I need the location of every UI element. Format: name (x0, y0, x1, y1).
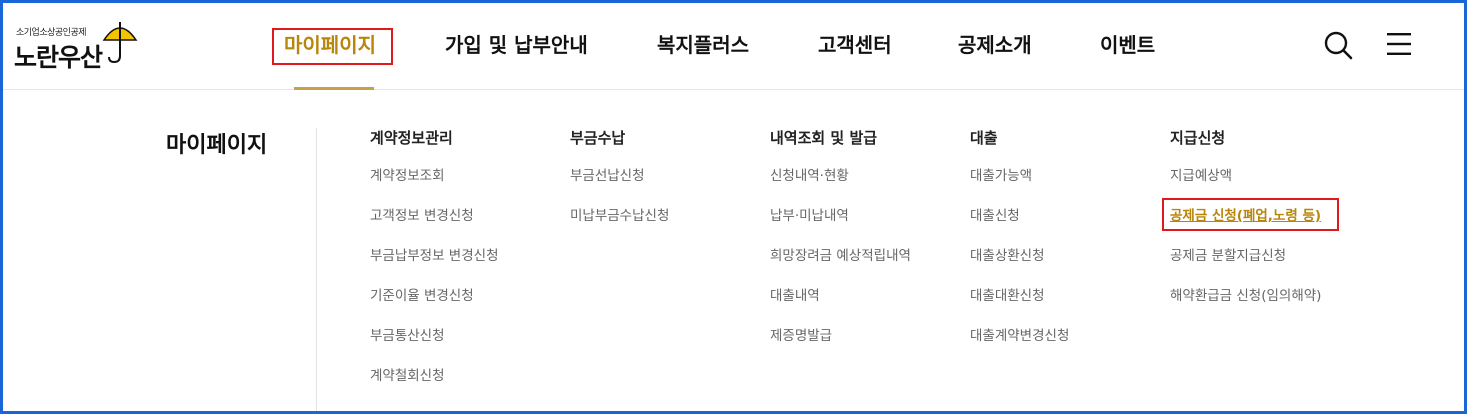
mega-menu-divider (316, 128, 317, 414)
nav-item-welfare-plus[interactable]: 복지플러스 (657, 30, 749, 60)
column-heading[interactable]: 지급신청 (1170, 127, 1321, 149)
menu-link[interactable]: 대출신청 (970, 206, 1069, 246)
menu-link[interactable]: 납부·미납내역 (770, 206, 911, 246)
menu-link[interactable]: 공제금 분할지급신청 (1170, 246, 1321, 286)
mega-menu: 마이페이지 계약정보관리 계약정보조회 고객정보 변경신청 부금납부정보 변경신… (0, 91, 1467, 414)
menu-column-claims: 지급신청 지급예상액 공제금 신청(폐업,노령 등) 공제금 분할지급신청 해약… (1170, 127, 1321, 326)
menu-link[interactable]: 부금통산신청 (370, 326, 499, 366)
menu-link[interactable]: 지급예상액 (1170, 166, 1321, 206)
menu-column-payment: 부금수납 부금선납신청 미납부금수납신청 (570, 127, 669, 246)
menu-link[interactable]: 계약정보조회 (370, 166, 499, 206)
menu-link[interactable]: 대출내역 (770, 286, 911, 326)
menu-link[interactable]: 신청내역·현황 (770, 166, 911, 206)
menu-link[interactable]: 고객정보 변경신청 (370, 206, 499, 246)
nav-item-customer-center[interactable]: 고객센터 (818, 30, 892, 60)
column-heading[interactable]: 내역조회 및 발급 (770, 127, 911, 149)
menu-link[interactable]: 대출상환신청 (970, 246, 1069, 286)
menu-column-loan: 대출 대출가능액 대출신청 대출상환신청 대출대환신청 대출계약변경신청 (970, 127, 1069, 366)
logo-name: 노란우산 (14, 43, 103, 72)
nav-item-event[interactable]: 이벤트 (1100, 30, 1155, 60)
menu-link[interactable]: 대출대환신청 (970, 286, 1069, 326)
menu-icon[interactable] (1386, 32, 1412, 56)
menu-link[interactable]: 미납부금수납신청 (570, 206, 669, 246)
menu-link[interactable]: 대출가능액 (970, 166, 1069, 206)
menu-link[interactable]: 희망장려금 예상적립내역 (770, 246, 911, 286)
active-nav-underline (294, 87, 374, 90)
menu-link[interactable]: 해약환급금 신청(임의해약) (1170, 286, 1321, 326)
site-logo[interactable]: 소기업소상공인공제 노란우산 (14, 20, 139, 74)
column-heading[interactable]: 계약정보관리 (370, 127, 499, 149)
nav-item-about[interactable]: 공제소개 (958, 30, 1032, 60)
menu-link[interactable]: 부금납부정보 변경신청 (370, 246, 499, 286)
site-header: 소기업소상공인공제 노란우산 마이페이지 가입 및 납부안내 복지플러스 고객센… (0, 0, 1467, 90)
search-icon[interactable] (1322, 29, 1354, 61)
menu-column-contract: 계약정보관리 계약정보조회 고객정보 변경신청 부금납부정보 변경신청 기준이율… (370, 127, 499, 406)
menu-link[interactable]: 제증명발급 (770, 326, 911, 366)
mega-menu-title: 마이페이지 (166, 133, 268, 158)
nav-item-mypage[interactable]: 마이페이지 (284, 30, 376, 60)
menu-link[interactable]: 계약철회신청 (370, 366, 499, 406)
column-heading[interactable]: 부금수납 (570, 127, 669, 149)
menu-link-featured[interactable]: 공제금 신청(폐업,노령 등) (1170, 206, 1321, 246)
logo-subtitle: 소기업소상공인공제 (16, 28, 87, 38)
column-heading[interactable]: 대출 (970, 127, 1069, 149)
menu-link[interactable]: 대출계약변경신청 (970, 326, 1069, 366)
menu-link[interactable]: 부금선납신청 (570, 166, 669, 206)
umbrella-icon (102, 22, 138, 64)
nav-item-join-payment[interactable]: 가입 및 납부안내 (445, 30, 588, 60)
menu-link[interactable]: 기준이율 변경신청 (370, 286, 499, 326)
menu-column-history: 내역조회 및 발급 신청내역·현황 납부·미납내역 희망장려금 예상적립내역 대… (770, 127, 911, 366)
